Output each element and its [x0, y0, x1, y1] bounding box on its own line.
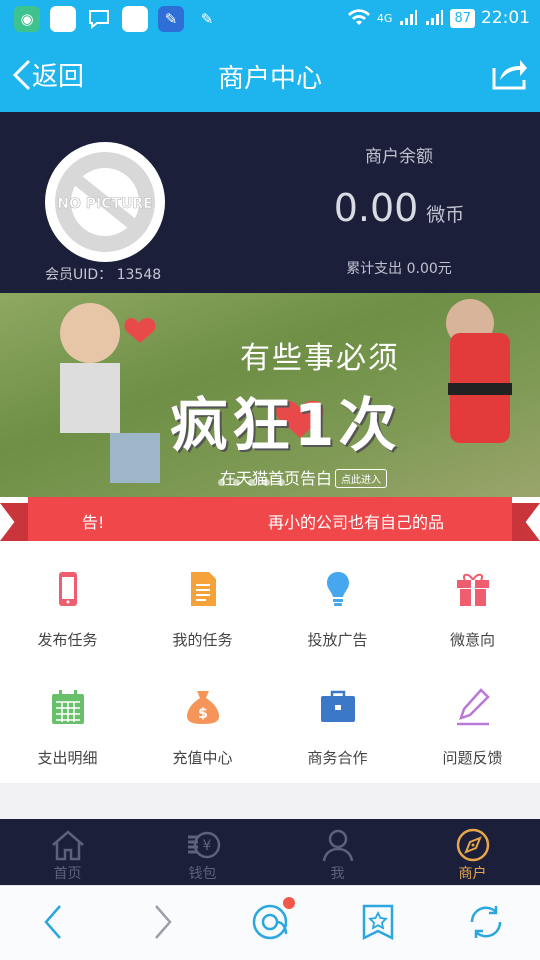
calendar-icon	[51, 690, 84, 724]
menu-item-label: 投放广告	[307, 631, 368, 649]
network-type: 4G	[376, 11, 393, 25]
notice-ribbon[interactable]: 告! 再小的公司也有自己的品	[28, 497, 512, 541]
menu-item-label: 问题反馈	[442, 749, 503, 767]
menu-item-label: 微意向	[449, 631, 495, 649]
menu-item-publish-task[interactable]: 发布任务	[0, 547, 135, 665]
merchant-header: NO PICTURE 会员UID： 13548 商户余额 0.00 微币 累计支出…	[0, 112, 540, 293]
function-grid: 发布任务 我的任务 投放广告 微意向 支出明细 $ 充值中心 商务合作 问题反馈	[0, 547, 540, 783]
no-picture-icon: NO PICTURE	[55, 152, 155, 252]
notice-text-left: 告!	[82, 513, 105, 532]
document-icon	[190, 572, 216, 606]
menu-item-label: 充值中心	[172, 749, 233, 767]
tab-label: 商户	[458, 866, 487, 882]
browser-toolbar	[0, 885, 540, 960]
menu-item-business-cooperation[interactable]: 商务合作	[270, 665, 405, 783]
gift-icon	[456, 573, 489, 606]
home-icon	[51, 830, 84, 861]
menu-item-label: 商务合作	[307, 749, 368, 767]
share-icon[interactable]	[490, 56, 528, 92]
notice-area: 告! 再小的公司也有自己的品	[0, 497, 540, 547]
menu-item-recharge-center[interactable]: $ 充值中心	[135, 665, 270, 783]
carousel-dot[interactable]	[278, 479, 285, 486]
tab-label: 首页	[53, 866, 82, 882]
notification-icons: ◉ ✎ ✎	[14, 6, 220, 32]
briefcase-icon	[320, 690, 355, 722]
avatar[interactable]: NO PICTURE	[45, 142, 165, 262]
browser-forward-icon[interactable]	[142, 902, 182, 942]
wifi-icon	[347, 9, 370, 25]
wallet-icon: ¥	[187, 831, 220, 859]
signal-icon	[426, 10, 444, 25]
app-notification-icon: ✎	[158, 6, 184, 32]
app-notification-icon: ◉	[14, 6, 40, 32]
banner-headline: 疯狂1次	[170, 391, 401, 459]
menu-item-expense-details[interactable]: 支出明细	[0, 665, 135, 783]
banner-tagline: 有些事必须	[240, 341, 400, 376]
menu-item-feedback[interactable]: 问题反馈	[405, 665, 540, 783]
browser-home-icon[interactable]	[250, 902, 290, 942]
carousel-dot[interactable]	[263, 479, 270, 486]
page-title: 商户中心	[217, 64, 322, 94]
menu-item-label: 我的任务	[172, 631, 233, 649]
pen-icon	[456, 688, 490, 726]
carousel-dots[interactable]	[218, 479, 285, 486]
battery-icon: 87	[450, 8, 475, 28]
browser-back-icon[interactable]	[34, 902, 74, 942]
balance-label: 商户余额	[365, 147, 433, 167]
total-spent: 累计支出 0.00元	[346, 261, 452, 277]
menu-item-intent[interactable]: 微意向	[405, 547, 540, 665]
menu-item-label: 支出明细	[37, 749, 98, 767]
uid-value: 13548	[116, 267, 162, 283]
phone-icon	[58, 572, 77, 606]
signal-icon	[400, 10, 418, 25]
app-notification-icon	[122, 6, 148, 32]
bookmark-icon[interactable]	[358, 902, 398, 942]
svg-text:¥: ¥	[202, 838, 211, 854]
carousel-dot[interactable]	[248, 479, 255, 486]
carousel-dot[interactable]	[218, 479, 225, 486]
member-uid: 会员UID： 13548	[45, 264, 161, 284]
menu-item-my-tasks[interactable]: 我的任务	[135, 547, 270, 665]
notice-text-right: 再小的公司也有自己的品	[268, 513, 445, 532]
chat-notification-icon	[86, 6, 112, 32]
tab-label: 我	[330, 866, 345, 882]
promo-banner[interactable]: 有些事必须 疯狂1次 在天猫首页告白 点此进入	[0, 293, 540, 497]
avatar-placeholder-text: NO PICTURE	[57, 196, 153, 212]
svg-text:$: $	[198, 706, 208, 722]
tab-label: 钱包	[188, 866, 217, 882]
refresh-icon[interactable]	[466, 902, 506, 942]
notification-badge	[283, 897, 295, 909]
menu-item-label: 发布任务	[37, 631, 98, 649]
tab-wallet[interactable]: ¥ 钱包	[135, 819, 270, 885]
balance-unit: 微币	[426, 204, 465, 226]
balance-display: 0.00 微币	[270, 186, 528, 230]
navigation-bar: 返回 商户中心	[0, 38, 540, 112]
money-bag-icon: $	[186, 691, 219, 724]
app-notification-icon	[50, 6, 76, 32]
lightbulb-icon	[326, 572, 349, 606]
system-indicators: 4G 87 22:01	[347, 8, 530, 28]
menu-item-place-ads[interactable]: 投放广告	[270, 547, 405, 665]
balance-amount: 0.00	[333, 186, 419, 230]
tab-me[interactable]: 我	[270, 819, 405, 885]
tab-merchant[interactable]: 商户	[405, 819, 540, 885]
tab-home[interactable]: 首页	[0, 819, 135, 885]
carousel-dot[interactable]	[233, 479, 240, 486]
compass-icon	[456, 828, 489, 862]
app-notification-icon: ✎	[200, 10, 214, 28]
tab-bar: 首页 ¥ 钱包 我 商户	[0, 819, 540, 885]
uid-label: 会员UID：	[45, 267, 113, 283]
status-bar: ◉ ✎ ✎ 4G 87 22:01	[0, 0, 540, 38]
clock: 22:01	[481, 8, 530, 28]
user-icon	[322, 829, 353, 862]
banner-enter-button[interactable]: 点此进入	[335, 469, 387, 488]
